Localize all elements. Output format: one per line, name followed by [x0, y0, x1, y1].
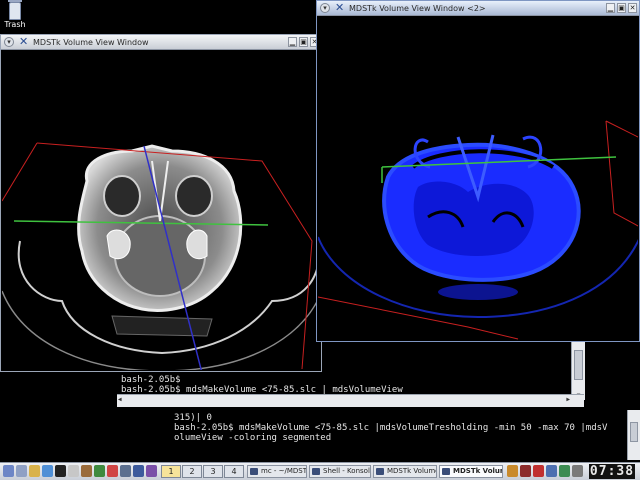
desktop: Trash bash-2.05b$ bash-2.05b$ mdsMakeVol… — [0, 0, 640, 462]
desktop-pager-4[interactable]: 4 — [224, 465, 244, 478]
scroll-right-icon[interactable]: ▶ — [566, 396, 570, 404]
task-icon — [376, 468, 384, 475]
volume-render-svg — [2, 142, 320, 370]
window-title: MDSTk Volume View Window — [33, 38, 149, 47]
trash-label: Trash — [4, 20, 26, 29]
window-menu-icon[interactable]: ▾ — [320, 3, 330, 13]
window-menu-icon[interactable]: ▾ — [4, 37, 14, 47]
titlebar[interactable]: ▾ ✕ MDSTk Volume View Window <2> ▁ ▣ ✕ — [317, 1, 639, 16]
trash-icon — [8, 0, 22, 20]
volume-view-window-right[interactable]: ▾ ✕ MDSTk Volume View Window <2> ▁ ▣ ✕ — [316, 0, 640, 342]
task-label: MDSTk Volume — [387, 467, 437, 475]
tray-keyboard-icon[interactable] — [520, 465, 531, 477]
x-app-icon: ✕ — [335, 1, 345, 14]
terminal-bottom[interactable]: 315)| 0 bash-2.05b$ mdsMakeVolume <75-85… — [172, 410, 640, 462]
volume-render-segmented[interactable] — [318, 17, 638, 340]
task-icon — [250, 468, 258, 475]
minimize-button[interactable]: ▁ — [606, 3, 615, 13]
network-icon[interactable] — [133, 465, 144, 477]
terminal-top-scrollbar[interactable]: ▲ ▼ — [571, 340, 585, 400]
scroll-thumb[interactable] — [574, 350, 583, 380]
show-desktop-icon[interactable] — [16, 465, 27, 477]
maximize-button[interactable]: ▣ — [617, 3, 626, 13]
task-label: MDSTk Volume — [453, 467, 502, 475]
kde-menu-icon[interactable] — [3, 465, 14, 477]
taskbar-clock[interactable]: 07:38 — [589, 464, 635, 479]
task-label: Shell - Konsole — [323, 467, 371, 475]
volume-view-window-left[interactable]: ▾ ✕ MDSTk Volume View Window ▁ ▣ ✕ — [0, 34, 322, 372]
maximize-button[interactable]: ▣ — [299, 37, 308, 47]
settings-icon[interactable] — [120, 465, 131, 477]
terminal-top-hscrollbar[interactable]: ◀ ▶ — [117, 394, 584, 407]
minimize-button[interactable]: ▁ — [288, 37, 297, 47]
taskbar: 1 2 3 4 mc - ~/MDSTk Shell - Konsole MDS… — [0, 462, 640, 480]
mail-icon[interactable] — [68, 465, 79, 477]
volume-render-svg — [318, 120, 638, 340]
terminal-top-line: bash-2.05b$ — [121, 375, 181, 385]
editor-icon[interactable] — [81, 465, 92, 477]
task-konsole[interactable]: Shell - Konsole — [309, 465, 371, 478]
tray-flag-icon[interactable] — [533, 465, 544, 477]
media-icon[interactable] — [146, 465, 157, 477]
office-icon[interactable] — [94, 465, 105, 477]
tray-volume-icon[interactable] — [546, 465, 557, 477]
task-icon — [442, 468, 450, 475]
titlebar[interactable]: ▾ ✕ MDSTk Volume View Window ▁ ▣ ✕ — [1, 35, 321, 50]
task-volume-view-2[interactable]: MDSTk Volume — [439, 465, 503, 478]
close-button[interactable]: ✕ — [628, 3, 637, 13]
tray-update-icon[interactable] — [572, 465, 583, 477]
terminal-bottom-scrollbar[interactable]: ▲ — [627, 410, 640, 460]
trash-desktop-icon[interactable]: Trash — [2, 0, 28, 29]
terminal-bottom-line: bash-2.05b$ mdsMakeVolume <75-85.slc |md… — [174, 423, 608, 433]
tray-klipper-icon[interactable] — [507, 465, 518, 477]
help-icon[interactable] — [107, 465, 118, 477]
task-icon — [312, 468, 320, 475]
x-app-icon: ✕ — [19, 35, 29, 48]
task-mc[interactable]: mc - ~/MDSTk — [247, 465, 307, 478]
window-title: MDSTk Volume View Window <2> — [349, 4, 486, 13]
terminal-bottom-line: olumeView -coloring segmented — [174, 433, 332, 443]
home-folder-icon[interactable] — [29, 465, 40, 477]
scroll-thumb[interactable] — [630, 422, 638, 442]
desktop-pager-1[interactable]: 1 — [161, 465, 181, 478]
tray-network-icon[interactable] — [559, 465, 570, 477]
desktop-pager-3[interactable]: 3 — [203, 465, 223, 478]
scroll-left-icon[interactable]: ◀ — [118, 396, 122, 404]
terminal-icon[interactable] — [55, 465, 66, 477]
volume-render-grayscale[interactable] — [2, 51, 320, 370]
task-label: mc - ~/MDSTk — [261, 467, 307, 475]
desktop-pager-2[interactable]: 2 — [182, 465, 202, 478]
terminal-bottom-line: 315)| 0 — [174, 413, 212, 423]
task-volume-view-1[interactable]: MDSTk Volume — [373, 465, 437, 478]
browser-icon[interactable] — [42, 465, 53, 477]
